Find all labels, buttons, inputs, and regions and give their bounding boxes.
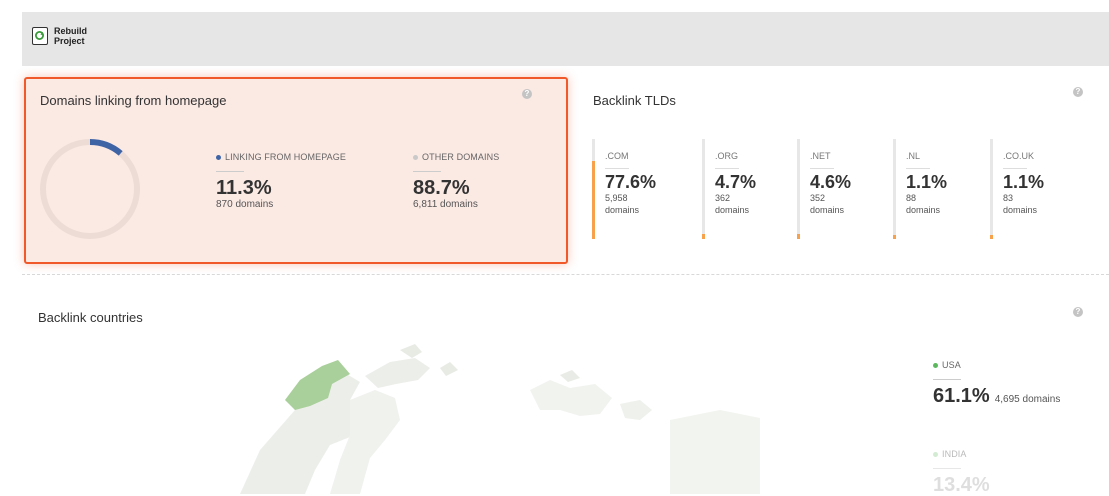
tld-percent: 1.1% [906,172,948,192]
india-legend-dot [933,451,938,457]
homepage-card-title: Domains linking from homepage [40,93,227,108]
homepage-donut-chart [40,139,140,239]
tld-name: .CO.UK [1003,151,1035,161]
tld-unit: domains [715,205,750,215]
other-legend-label: OTHER DOMAINS [422,152,500,162]
tld-name: .NET [810,151,831,161]
help-icon[interactable]: ? [1073,307,1083,317]
help-icon[interactable]: ? [522,89,532,99]
linking-legend-label: LINKING FROM HOMEPAGE [225,152,346,162]
tld-percent: 1.1% [1003,172,1045,192]
linking-percent: 11.3% [216,177,272,199]
tld-percent: 4.7% [715,172,757,192]
tld-percent: 4.6% [810,172,852,192]
usa-legend: USA [933,360,1060,370]
rebuild-project-label: Rebuild Project [54,26,87,46]
tld-count: 88 [906,193,917,203]
tld-count: 83 [1003,193,1014,203]
linking-homepage-stat: LINKING FROM HOMEPAGE 11.3% 870 domains [216,152,346,210]
tld-item-nl: .NL 1.1% 88 domains [893,139,986,239]
usa-legend-dot [933,362,938,368]
tld-share-bar [893,235,896,239]
tld-unit: domains [810,205,845,215]
tld-name: .COM [605,151,629,161]
tld-unit: domains [906,205,941,215]
tld-card-title: Backlink TLDs [593,93,676,108]
tld-count: 362 [715,193,731,203]
other-count: 6,811 domains [413,199,478,210]
rebuild-project-button[interactable]: Rebuild Project [32,26,94,46]
other-legend: OTHER DOMAINS [413,152,499,162]
country-item-india: INDIA 13.4% [933,449,990,496]
tld-name: .ORG [715,151,739,161]
other-domains-stat: OTHER DOMAINS 88.7% 6,811 domains [413,152,499,210]
tld-name: .NL [906,151,921,161]
tld-count: 5,958 [605,193,628,203]
tld-count: 352 [810,193,826,203]
linking-count: 870 domains [216,199,274,210]
india-percent: 13.4% [933,474,990,496]
other-legend-dot [413,154,418,160]
toolbar: Rebuild Project [22,12,1109,67]
tld-item-net: .NET 4.6% 352 domains [797,139,890,239]
tld-share-bar [990,235,993,239]
countries-card-title: Backlink countries [38,310,143,325]
india-legend: INDIA [933,449,990,459]
tld-share-bar [592,161,595,239]
usa-count: 4,695 domains [994,394,1061,405]
india-legend-label: INDIA [942,449,967,459]
tld-unit: domains [1003,205,1038,215]
tld-percent: 77.6% [605,172,657,192]
tld-unit: domains [605,205,640,215]
country-item-usa: USA 61.1% 4,695 domains [933,360,1060,407]
tld-item-couk: .CO.UK 1.1% 83 domains [990,139,1083,239]
usa-percent: 61.1% [933,385,990,407]
tld-share-bar [797,234,800,239]
tld-item-org: .ORG 4.7% 362 domains [702,139,795,239]
linking-legend: LINKING FROM HOMEPAGE [216,152,346,162]
other-percent: 88.7% [413,177,470,199]
homepage-domains-card: Domains linking from homepage ? LINKING … [24,77,568,264]
help-icon[interactable]: ? [1073,87,1083,97]
section-divider [22,274,1109,275]
rebuild-icon [32,27,48,45]
usa-legend-label: USA [942,360,961,370]
linking-legend-dot [216,154,221,160]
tld-share-bar [702,234,705,239]
tld-item-com: .COM 77.6% 5,958 domains [592,139,685,239]
world-map [240,344,760,494]
